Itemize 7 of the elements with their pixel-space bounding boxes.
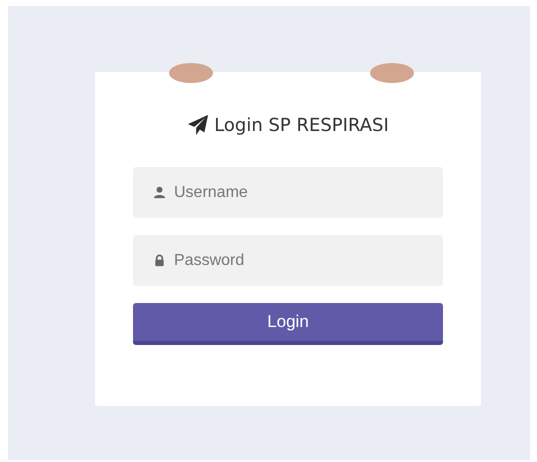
login-title: Login SP RESPIRASI <box>214 114 389 136</box>
paper-plane-icon <box>187 114 210 136</box>
login-button[interactable]: Login <box>133 303 443 345</box>
pin-decoration <box>169 63 213 83</box>
username-field[interactable]: Username <box>133 167 443 218</box>
password-field[interactable]: Password <box>133 235 443 286</box>
pin-decoration <box>370 63 414 83</box>
